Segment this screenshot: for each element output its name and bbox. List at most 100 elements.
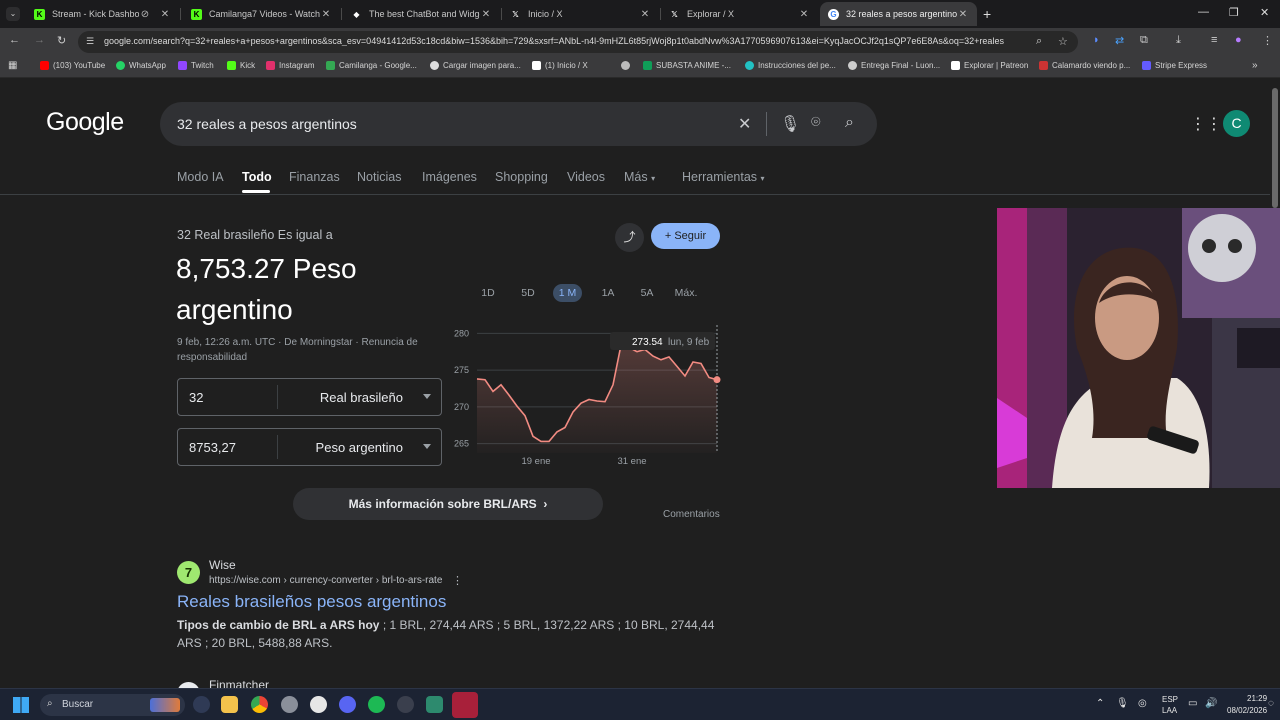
more-bookmarks-icon[interactable]: » <box>1252 60 1258 71</box>
bookmark-stripe[interactable]: Stripe Express <box>1142 61 1207 70</box>
apps-grid-icon[interactable]: ▦ <box>8 60 17 71</box>
tab-modo-ia[interactable]: Modo IA <box>177 170 224 184</box>
range-5a[interactable]: 5A <box>635 284 659 302</box>
bookmark-calamardo[interactable]: Calamardo viendo p... <box>1039 61 1130 70</box>
tab-videos[interactable]: Videos <box>567 170 605 184</box>
spotify-icon[interactable] <box>368 696 385 713</box>
scrollbar-thumb[interactable] <box>1272 88 1278 208</box>
clock-time[interactable]: 21:29 <box>1247 694 1267 703</box>
bookmark-instrucciones[interactable]: Instrucciones del pe... <box>745 61 836 70</box>
download-icon[interactable]: ⤓ <box>1176 34 1181 47</box>
close-icon[interactable]: ✕ <box>320 9 332 20</box>
chrome-icon[interactable] <box>251 696 268 713</box>
tray-app-icon[interactable]: ◎ <box>1138 698 1147 709</box>
microphone-icon[interactable]: 🎙 <box>1116 698 1129 709</box>
bookmark-x-inicio[interactable]: (1) Inicio / X <box>532 61 588 70</box>
clock-date[interactable]: 08/02/2026 <box>1227 706 1267 715</box>
tab-x-explorar[interactable]: 𝕏 Explorar / X ✕ <box>661 2 818 26</box>
tab-kick-dashboard[interactable]: K Stream - Kick Dashboard ⊘ ✕ <box>26 2 179 26</box>
url-text[interactable]: google.com/search?q=32+reales+a+pesos+ar… <box>104 36 1029 46</box>
bookmark-subasta-anime[interactable]: SUBASTA ANIME -... <box>643 61 731 70</box>
close-icon[interactable]: ✕ <box>798 9 810 20</box>
extension-icon[interactable]: ◗ <box>1093 34 1100 46</box>
tab-mas[interactable]: Más ▾ <box>624 170 655 184</box>
input-layout[interactable]: LAA <box>1162 706 1177 715</box>
from-amount-input[interactable]: 32 <box>189 390 203 405</box>
wise-icon[interactable]: 7 <box>177 561 200 584</box>
result-url[interactable]: https://wise.com › currency-converter › … <box>209 575 442 586</box>
editor-app-icon[interactable] <box>426 696 443 713</box>
notifications-icon[interactable]: ◌ <box>1268 698 1274 709</box>
address-bar[interactable]: ☰ google.com/search?q=32+reales+a+pesos+… <box>78 31 1078 53</box>
conversion-source[interactable]: 9 feb, 12:26 a.m. UTC · De Morningstar ·… <box>177 335 427 365</box>
exchange-rate-chart[interactable]: 280 275 270 265 19 ene 31 ene 273.54 lun, 9 … <box>450 323 725 468</box>
tab-imagenes[interactable]: Imágenes <box>422 170 477 184</box>
bookmark-cargar-imagen[interactable]: Cargar imagen para... <box>430 61 521 70</box>
search-icon[interactable]: ⌕ <box>845 114 854 132</box>
obs-icon[interactable] <box>310 696 327 713</box>
result-title-link[interactable]: Reales brasileños pesos argentinos <box>177 592 446 612</box>
bookmark-kick[interactable]: Kick <box>227 61 255 70</box>
reload-icon[interactable]: ↻ <box>57 34 66 47</box>
settings-gear-icon[interactable] <box>281 696 298 713</box>
mute-icon[interactable]: ⊘ <box>139 9 151 20</box>
google-logo[interactable]: Google <box>46 108 124 137</box>
more-info-button[interactable]: Más información sobre BRL/ARS › <box>293 488 603 520</box>
bookmark-star-icon[interactable]: ☆ <box>1058 35 1068 48</box>
tab-x-inicio[interactable]: 𝕏 Inicio / X ✕ <box>502 2 659 26</box>
windows-start-icon[interactable] <box>13 697 29 713</box>
file-explorer-icon[interactable] <box>221 696 238 713</box>
avatar[interactable]: C <box>1223 110 1250 137</box>
media-control-icon[interactable]: ≡ <box>1211 34 1217 46</box>
chevron-down-icon[interactable] <box>423 444 431 449</box>
range-1d[interactable]: 1D <box>476 284 500 302</box>
range-max[interactable]: Máx. <box>672 284 700 302</box>
menu-kebab-icon[interactable]: ⋮ <box>1262 34 1273 47</box>
tray-overflow-icon[interactable]: ⌃ <box>1096 698 1104 709</box>
bookmark-youtube[interactable]: (103) YouTube <box>40 61 105 70</box>
tab-search-icon[interactable]: ⌄ <box>6 7 20 21</box>
tab-finanzas[interactable]: Finanzas <box>289 170 340 184</box>
tab-shopping[interactable]: Shopping <box>495 170 548 184</box>
close-icon[interactable]: ✕ <box>159 9 171 20</box>
minimize-icon[interactable]: — <box>1198 6 1209 18</box>
share-button[interactable]: ⤴ <box>615 223 644 252</box>
bookmark-globe[interactable] <box>621 61 634 70</box>
range-5d[interactable]: 5D <box>516 284 540 302</box>
restore-icon[interactable]: ❐ <box>1229 6 1239 19</box>
to-amount-input[interactable]: 8753,27 <box>189 440 236 455</box>
back-icon[interactable]: ← <box>9 34 20 46</box>
close-icon[interactable]: ✕ <box>957 9 969 20</box>
bookmark-instagram[interactable]: Instagram <box>266 61 315 70</box>
taskbar-app-icon[interactable] <box>193 696 210 713</box>
tab-google-search[interactable]: G 32 reales a pesos argentinos - ✕ <box>820 2 977 26</box>
microphone-icon[interactable]: 🎙 <box>780 114 800 134</box>
controller-icon[interactable] <box>397 696 414 713</box>
lens-camera-icon[interactable]: ⌾ <box>811 114 821 132</box>
from-currency-select[interactable]: Real brasileño <box>320 390 403 405</box>
tab-noticias[interactable]: Noticias <box>357 170 401 184</box>
tab-kick-videos[interactable]: K Camilanga7 Videos - Watch Or ✕ <box>183 2 340 26</box>
to-currency-field[interactable]: 8753,27 Peso argentino <box>177 428 442 466</box>
more-options-icon[interactable]: ⋮ <box>452 574 463 587</box>
bookmark-entrega-final[interactable]: Entrega Final - Luon... <box>848 61 940 70</box>
clear-icon[interactable]: ✕ <box>738 114 751 134</box>
bookmark-patreon[interactable]: Explorar | Patreon <box>951 61 1028 70</box>
active-app-icon[interactable] <box>452 692 478 718</box>
search-input[interactable]: 32 reales a pesos argentinos <box>177 116 357 132</box>
discord-icon[interactable] <box>339 696 356 713</box>
site-info-icon[interactable]: ☰ <box>86 36 94 47</box>
tab-chatbot[interactable]: ◆ The best ChatBot and Widgets ✕ <box>343 2 500 26</box>
taskbar-search[interactable]: ⌕ Buscar <box>40 694 185 716</box>
feedback-link[interactable]: Comentarios <box>663 509 720 520</box>
close-window-icon[interactable]: ✕ <box>1260 6 1269 19</box>
bookmark-twitch[interactable]: Twitch <box>178 61 214 70</box>
translate-extension-icon[interactable]: ⇄ <box>1115 34 1124 47</box>
to-currency-select[interactable]: Peso argentino <box>316 440 403 455</box>
volume-icon[interactable]: 🔊 <box>1205 698 1217 709</box>
new-tab-button[interactable]: + <box>983 6 991 22</box>
tab-herramientas[interactable]: Herramientas ▾ <box>682 170 765 184</box>
forward-icon[interactable]: → <box>34 34 45 46</box>
follow-button[interactable]: + Seguir <box>651 223 720 249</box>
bookmark-whatsapp[interactable]: WhatsApp <box>116 61 166 70</box>
